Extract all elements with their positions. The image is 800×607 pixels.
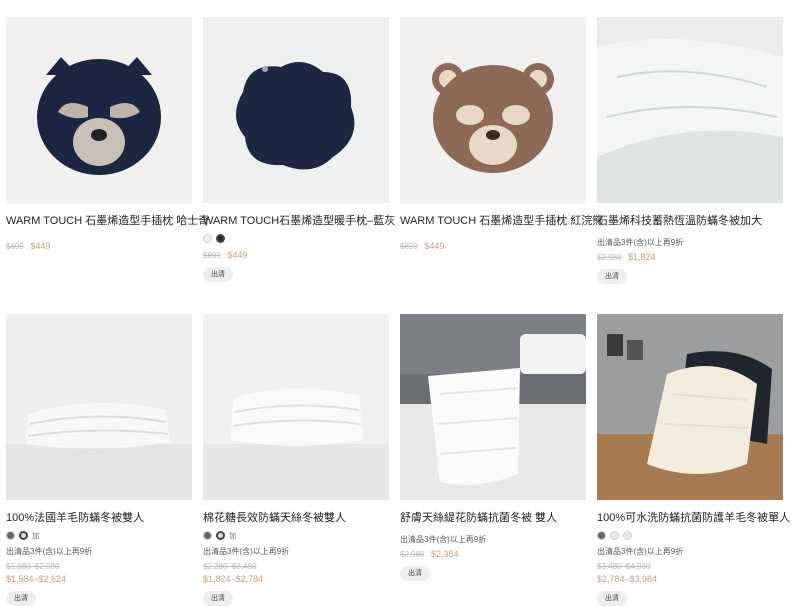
swatch-selected[interactable] <box>216 531 225 540</box>
jacquard-quilt-image <box>400 314 586 500</box>
original-price: $2,980 <box>400 550 425 559</box>
size-swatches <box>597 530 783 541</box>
product-prices: $2,980 $2,384 <box>400 549 586 560</box>
sale-price: $449 <box>424 241 445 251</box>
product-title[interactable]: 棉花糖長效防蟎天絲冬被雙人 <box>203 511 389 525</box>
wool-quilt-image <box>6 314 192 500</box>
product-image[interactable] <box>6 17 192 203</box>
swatch-queen[interactable] <box>623 531 632 540</box>
swatch-extra-label[interactable]: 加 <box>229 531 236 541</box>
raccoon-pillow-image <box>400 17 586 203</box>
swatch-double[interactable] <box>610 531 619 540</box>
sale-price: $449 <box>30 241 51 251</box>
product-grid: WARM TOUCH 石墨烯造型手插枕 哈士奇 $699 $449 WARM T… <box>0 0 800 607</box>
size-swatches: 加 <box>6 530 192 541</box>
original-price: $2,980 <box>597 253 622 262</box>
product-title[interactable]: 100%可水洗防蟎抗菌防護羊毛冬被單人 <box>597 511 790 525</box>
product-prices: $2,980 $1,824 <box>597 252 783 263</box>
original-price: $1,680–$2,980 <box>6 562 60 571</box>
sale-price: $449 <box>227 250 248 260</box>
product-title[interactable]: WARM TOUCH 石墨烯造型手插枕 哈士奇 <box>6 214 209 228</box>
promo-text: 出清品3件(含)以上再9折 <box>597 238 684 247</box>
product-image[interactable] <box>203 17 389 203</box>
color-swatches <box>203 233 389 244</box>
product-title[interactable]: WARM TOUCH 石墨烯造型手插枕 紅浣熊 <box>400 214 603 228</box>
product-image[interactable] <box>6 314 192 500</box>
product-prices: $1,680–$2,980 $1,584–$2,624 <box>6 561 192 585</box>
sale-price: $2,384 <box>430 549 459 559</box>
size-swatches: 加 <box>203 530 389 541</box>
washable-wool-quilt-image <box>597 314 783 500</box>
original-price: $2,280–$3,480 <box>203 562 257 571</box>
product-card[interactable]: 石墨烯科技蓄熱恆溫防蟎冬被加大 出清品3件(含)以上再9折 $2,980 $1,… <box>597 17 783 284</box>
swatch-extra-label[interactable]: 加 <box>32 531 39 541</box>
product-image[interactable] <box>597 17 783 203</box>
swatch-selected[interactable] <box>19 531 28 540</box>
sale-price: $1,584–$2,624 <box>6 574 67 584</box>
product-prices: $2,280–$3,480 $1,824–$2,784 <box>203 561 389 585</box>
original-price: $699 <box>6 242 24 251</box>
swatch-single[interactable] <box>597 531 606 540</box>
product-card[interactable]: 棉花糖長效防蟎天絲冬被雙人 加 出清品3件(含)以上再9折 $2,280–$3,… <box>203 314 389 606</box>
product-prices: $699 $449 <box>400 241 586 252</box>
sale-price: $1,824–$2,784 <box>203 574 264 584</box>
product-image[interactable] <box>203 314 389 500</box>
product-image[interactable] <box>400 314 586 500</box>
product-card[interactable]: WARM TOUCH 石墨烯造型手插枕 哈士奇 $699 $449 <box>6 17 209 252</box>
product-image[interactable] <box>400 17 586 203</box>
swatch-double[interactable] <box>6 531 15 540</box>
product-prices: $699 $449 <box>203 250 389 261</box>
original-price: $3,480–$4,980 <box>597 562 651 571</box>
original-price: $699 <box>203 251 221 260</box>
clearance-badge: 出清 <box>203 267 233 282</box>
clearance-badge: 出清 <box>6 591 36 606</box>
product-card[interactable]: 100%法國羊毛防蟎冬被雙人 加 出清品3件(含)以上再9折 $1,680–$2… <box>6 314 192 606</box>
product-title[interactable]: WARM TOUCH石墨烯造型暖手枕–藍灰 <box>203 214 395 228</box>
clearance-badge: 出清 <box>203 591 233 606</box>
product-image[interactable] <box>597 314 783 500</box>
swatch-double[interactable] <box>203 531 212 540</box>
clearance-badge: 出清 <box>597 591 627 606</box>
product-prices: $3,480–$4,980 $2,784–$3,984 <box>597 561 783 585</box>
product-card[interactable]: 100%可水洗防蟎抗菌防護羊毛冬被單人 出清品3件(含)以上再9折 $3,480… <box>597 314 790 606</box>
swatch-navy[interactable] <box>216 234 225 243</box>
promo-text: 出清品3件(含)以上再9折 <box>597 547 684 556</box>
sale-price: $2,784–$3,984 <box>597 574 658 584</box>
clearance-badge: 出清 <box>400 566 430 581</box>
product-card[interactable]: 舒膚天絲緹花防蟎抗菌冬被 雙人 出清品3件(含)以上再9折 $2,980 $2,… <box>400 314 586 581</box>
product-title[interactable]: 100%法國羊毛防蟎冬被雙人 <box>6 511 192 525</box>
tencel-quilt-image <box>203 314 389 500</box>
product-title[interactable]: 石墨烯科技蓄熱恆溫防蟎冬被加大 <box>597 214 783 228</box>
product-card[interactable]: WARM TOUCH石墨烯造型暖手枕–藍灰 $699 $449 出清 <box>203 17 395 282</box>
husky-pillow-image <box>6 17 192 203</box>
sale-price: $1,824 <box>627 252 656 262</box>
navy-hand-warmer-image <box>203 17 389 203</box>
product-prices: $699 $449 <box>6 241 192 252</box>
promo-text: 出清品3件(含)以上再9折 <box>400 535 487 544</box>
quilt-image <box>597 17 783 203</box>
swatch-light[interactable] <box>203 234 212 243</box>
original-price: $699 <box>400 242 418 251</box>
clearance-badge: 出清 <box>597 269 627 284</box>
promo-text: 出清品3件(含)以上再9折 <box>6 547 93 556</box>
product-title[interactable]: 舒膚天絲緹花防蟎抗菌冬被 雙人 <box>400 511 586 525</box>
promo-text: 出清品3件(含)以上再9折 <box>203 547 290 556</box>
product-card[interactable]: WARM TOUCH 石墨烯造型手插枕 紅浣熊 $699 $449 <box>400 17 603 252</box>
